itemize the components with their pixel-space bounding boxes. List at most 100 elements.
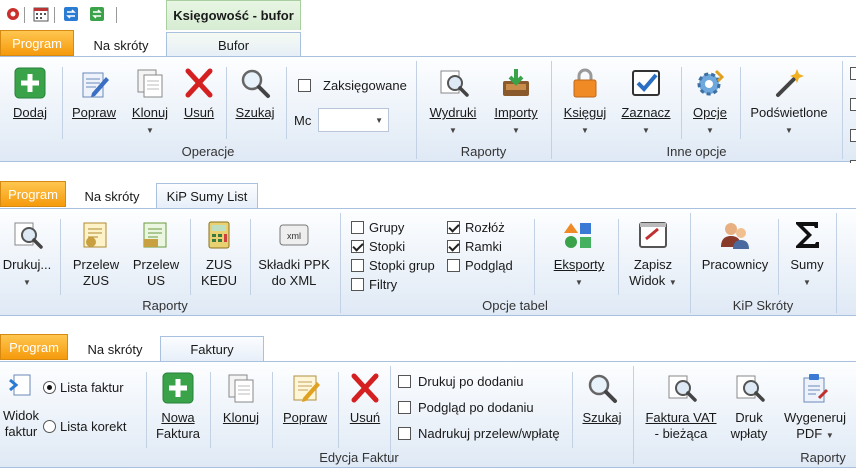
opcje-button[interactable]: Opcje ▼ [688,67,732,139]
separator [842,61,843,159]
przelew-zus-button[interactable]: Przelew ZUS [68,219,124,289]
tab-bufor[interactable]: Bufor [166,32,301,58]
overflow-checkbox[interactable] [850,129,856,142]
podswietlone-text: Podświetlone [750,105,828,120]
przelew-us-button[interactable]: Przelew US [128,219,184,289]
view-doc-icon [8,372,34,398]
separator [836,213,837,313]
tab-faktury[interactable]: Faktury [160,336,264,362]
sumy-button[interactable]: Sumy ▼ [782,219,832,291]
group-label-inne-opcje: Inne opcje [666,144,727,159]
wydruki-button[interactable]: Wydruki ▼ [424,67,482,139]
pdf-doc-icon [799,372,831,404]
drukuj-po-dodaniu-checkbox[interactable]: Drukuj po dodaniu [398,374,524,389]
zaksiegowane-checkbox[interactable]: Zaksięgowane [298,78,407,93]
skladki-ppk-button[interactable]: xml Składki PPK do XML [254,219,334,289]
faktura-vat-text2: - bieżąca [654,426,708,441]
grupy-checkbox[interactable]: Grupy [351,220,404,235]
tab-na-skroty[interactable]: Na skróty [78,32,164,58]
usun-button[interactable]: Usuń [178,67,220,121]
popraw-button[interactable]: Popraw [68,67,120,121]
podswietlone-button[interactable]: Podświetlone ▼ [744,67,834,139]
zapisz-widok-button[interactable]: Zapisz Widok ▼ [622,219,684,291]
szukaj-button[interactable]: Szukaj [578,372,626,426]
app-menu-icon[interactable] [4,5,22,23]
zaznacz-button[interactable]: Zaznacz ▼ [618,67,674,139]
filtry-checkbox[interactable]: Filtry [351,277,397,292]
filtry-label: Filtry [369,277,398,292]
przelew-us-label: Przelew US [133,257,179,288]
nadrukuj-checkbox[interactable]: Nadrukuj przelew/wpłatę [398,426,560,441]
radio-lista-korekt[interactable]: Lista korekt [43,419,126,434]
druk-wplaty-button[interactable]: Druk wpłaty [724,372,774,442]
klonuj-button[interactable]: Klonuj ▼ [126,67,174,139]
lista-korekt-label: Lista korekt [60,419,127,434]
zus-kedu-button[interactable]: ZUS KEDU [194,219,244,289]
tab-program[interactable]: Program [0,30,74,56]
separator [60,219,61,295]
mc-select[interactable]: ▼ [318,108,389,132]
shapes-export-icon [563,219,595,251]
popraw-button[interactable]: Popraw [280,372,330,426]
usun-label: Usuń [349,410,381,425]
eksporty-text: Eksporty [553,257,605,272]
tab-na-skroty[interactable]: Na skróty [72,336,158,362]
klonuj-button[interactable]: Klonuj [218,372,264,426]
szukaj-button[interactable]: Szukaj [232,67,278,121]
qat-divider [54,7,55,23]
rozloz-checkbox[interactable]: Rozłóż [447,220,505,235]
tab-program[interactable]: Program [0,181,66,207]
print-preview-icon [11,219,43,251]
eksporty-label: Eksporty ▼ [554,257,605,288]
ksieguj-button[interactable]: Księguj ▼ [558,67,612,139]
rozloz-label: Rozłóż [465,220,505,235]
ramki-label: Ramki [465,239,502,254]
popraw-label: Popraw [71,105,117,120]
group-label-edycja-faktur: Edycja Faktur [319,450,399,465]
druk-wplaty-label: Druk wpłaty [731,410,768,441]
checkbox-box-checked [447,240,460,253]
overflow-checkbox[interactable] [850,98,856,111]
podglad-po-dodaniu-checkbox[interactable]: Podgląd po dodaniu [398,400,534,415]
importy-text: Importy [494,105,538,120]
ramki-checkbox[interactable]: Ramki [447,239,502,254]
users-icon [719,219,751,251]
separator [250,219,251,295]
tab-kip-sumy-list[interactable]: KiP Sumy List [156,183,258,209]
radio-lista-faktur[interactable]: Lista faktur [43,380,124,395]
faktura-vat-button[interactable]: Faktura VAT - bieżąca [640,372,722,442]
xml-file-icon: xml [278,219,310,251]
radio-dot-selected [43,381,56,394]
zus-kedu-text: ZUS [206,257,232,272]
tab-row: Program Na skróty KiP Sumy List [0,181,856,209]
wygeneruj-pdf-button[interactable]: Wygeneruj PDF ▼ [778,372,852,444]
checkbox-box [298,79,311,92]
usun-button[interactable]: Usuń [344,372,386,426]
nadrukuj-label: Nadrukuj przelew/wpłatę [418,426,560,441]
widok-faktur-button[interactable]: Widok faktur [0,372,42,440]
stopki-checkbox[interactable]: Stopki [351,239,405,254]
dodaj-button[interactable]: Dodaj [8,67,52,121]
importy-button[interactable]: Importy ▼ [488,67,544,139]
dropdown-caret-icon: ▼ [825,431,834,440]
szukaj-label: Szukaj [582,410,622,425]
overflow-checkbox[interactable] [850,67,856,80]
separator [210,372,211,448]
nowa-faktura-button[interactable]: Nowa Faktura [154,372,202,442]
calendar-icon[interactable] [32,5,50,23]
refresh-blue-icon[interactable] [62,5,80,23]
zus-kedu-text2: KEDU [200,273,238,288]
drukuj-button[interactable]: Drukuj... ▼ [2,219,52,291]
faktura-vat-label: Faktura VAT - bieżąca [645,410,716,441]
magnifier-icon [239,67,271,99]
print-preview-icon [437,67,469,99]
stopki-grup-checkbox[interactable]: Stopki grup [351,258,435,273]
wydruki-label: Wydruki ▼ [430,105,477,136]
eksporty-button[interactable]: Eksporty ▼ [546,219,612,291]
podglad-checkbox[interactable]: Podgląd [447,258,513,273]
refresh-green-icon[interactable] [88,5,106,23]
group-label-raporty: Raporty [800,450,846,465]
tab-na-skroty[interactable]: Na skróty [70,183,154,209]
tab-program[interactable]: Program [0,334,68,360]
pracownicy-button[interactable]: Pracownicy [698,219,772,273]
